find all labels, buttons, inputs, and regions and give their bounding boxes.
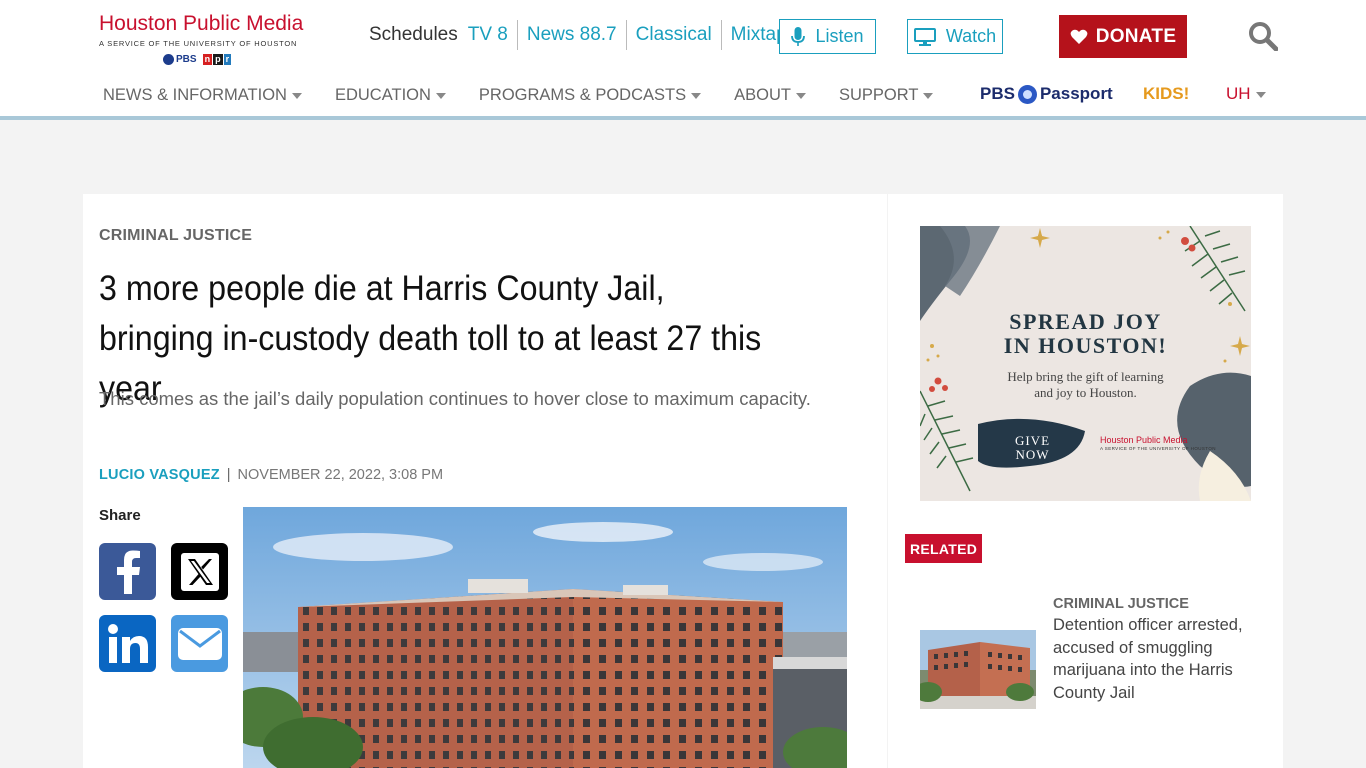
ad-logo-subtitle: A SERVICE OF THE UNIVERSITY OF HOUSTON (1100, 446, 1216, 451)
pbs-passport-link[interactable]: PBS Passport (980, 84, 1113, 104)
ad-give-line2: NOW (1015, 447, 1050, 462)
ad-give-line1: GIVE (1014, 433, 1051, 448)
ad-headline: SPREAD JOY IN HOUSTON! (920, 310, 1251, 358)
sidebar: SPREAD JOY IN HOUSTON! Help bring the gi… (888, 194, 1283, 768)
ad-subtext-line1: Help bring the gift of learning (1007, 369, 1164, 384)
linkedin-icon (107, 623, 148, 663)
caret-down-icon (795, 93, 806, 99)
related-category[interactable]: CRIMINAL JUSTICE (1053, 596, 1189, 612)
nav-news-information-label: NEWS & INFORMATION (103, 85, 287, 104)
search-button[interactable] (1248, 21, 1279, 52)
news-887-link[interactable]: News 88.7 (516, 20, 626, 50)
related-jail-photo (920, 630, 1036, 709)
byline-separator: | (226, 467, 231, 483)
heart-icon (1070, 29, 1088, 44)
nav-programs-podcasts-label: PROGRAMS & PODCASTS (478, 85, 687, 104)
x-logo-icon (180, 552, 219, 591)
main-nav: NEWS & INFORMATION EDUCATION PROGRAMS & … (103, 83, 934, 107)
caret-down-icon (291, 93, 302, 99)
caret-down-icon (1255, 92, 1266, 98)
nav-about-label: ABOUT (734, 85, 791, 104)
npr-letter-n: n (202, 54, 213, 65)
share-x-button[interactable] (171, 543, 228, 600)
holiday-ad-artwork (920, 226, 1251, 501)
article-byline: LUCIO VASQUEZ | NOVEMBER 22, 2022, 3:08 … (99, 467, 443, 483)
pbs-logo-text: PBS (176, 54, 197, 65)
npr-letter-p: p (213, 54, 223, 65)
microphone-icon (791, 26, 806, 46)
author-link[interactable]: LUCIO VASQUEZ (99, 467, 220, 483)
passport-pbs-text: PBS (980, 84, 1015, 103)
ad-headline-line1: SPREAD JOY (1009, 309, 1162, 334)
caret-down-icon (691, 93, 702, 99)
nav-programs-podcasts[interactable]: PROGRAMS & PODCASTS (478, 85, 702, 105)
schedules-link[interactable]: Schedules (369, 24, 468, 46)
site-header: Houston Public Media A SERVICE OF THE UN… (0, 0, 1366, 116)
ad-subtext: Help bring the gift of learning and joy … (920, 369, 1251, 401)
kids-link[interactable]: KIDS! (1143, 84, 1189, 104)
ad-headline-line2: IN HOUSTON! (1003, 333, 1168, 358)
ad-banner[interactable]: SPREAD JOY IN HOUSTON! Help bring the gi… (920, 226, 1251, 501)
publish-date: NOVEMBER 22, 2022, 3:08 PM (237, 467, 444, 483)
caret-down-icon (435, 93, 446, 99)
share-email-button[interactable] (171, 615, 228, 672)
classical-link[interactable]: Classical (625, 20, 721, 50)
related-thumbnail[interactable] (920, 630, 1036, 709)
article-photo[interactable] (243, 507, 847, 768)
related-title-link[interactable]: Detention officer arrested, accused of s… (1053, 614, 1243, 704)
article-deck: This comes as the jail’s daily populatio… (99, 388, 811, 409)
listen-button[interactable]: Listen (779, 19, 876, 54)
share-label: Share (99, 507, 141, 524)
logo-partner-badges: PBS n p r (163, 54, 313, 65)
facebook-icon (116, 550, 140, 594)
article-category[interactable]: CRIMINAL JUSTICE (99, 227, 252, 245)
header-divider (0, 116, 1366, 120)
watch-label: Watch (945, 26, 997, 46)
npr-letter-r: r (223, 54, 232, 65)
jail-building-photo (243, 507, 847, 768)
logo-title: Houston Public Media (99, 12, 304, 35)
article-main: CRIMINAL JUSTICE 3 more people die at Ha… (83, 194, 887, 768)
logo-subtitle: A SERVICE OF THE UNIVERSITY OF HOUSTON (99, 39, 298, 48)
pbs-logo: PBS (163, 54, 197, 65)
passport-text: Passport (1039, 84, 1113, 103)
ad-give-now-button[interactable]: GIVE NOW (980, 426, 1085, 470)
nav-education[interactable]: EDUCATION (335, 86, 446, 105)
share-linkedin-button[interactable] (99, 615, 156, 672)
nav-support-label: SUPPORT (838, 85, 919, 104)
listen-label: Listen (815, 26, 864, 46)
nav-news-information[interactable]: NEWS & INFORMATION (103, 86, 302, 105)
ad-subtext-line2: and joy to Houston. (1034, 385, 1137, 400)
caret-down-icon (923, 93, 934, 99)
nav-support[interactable]: SUPPORT (838, 85, 934, 105)
ad-logo: Houston Public Media (1100, 435, 1188, 445)
top-links: Schedules TV 8 News 88.7 Classical Mixta… (369, 20, 806, 50)
related-badge: RELATED (905, 534, 983, 563)
uh-label: UH (1226, 84, 1251, 103)
uh-menu[interactable]: UH (1226, 84, 1266, 104)
pbs-head-icon (163, 54, 174, 65)
site-logo[interactable]: Houston Public Media A SERVICE OF THE UN… (99, 12, 313, 65)
donate-label: DONATE (1095, 25, 1177, 47)
monitor-icon (913, 27, 936, 46)
share-facebook-button[interactable] (99, 543, 156, 600)
watch-button[interactable]: Watch (907, 19, 1003, 54)
envelope-icon (177, 627, 222, 660)
nav-about[interactable]: ABOUT (734, 86, 806, 105)
nav-education-label: EDUCATION (334, 85, 431, 104)
tv8-link[interactable]: TV 8 (468, 20, 517, 50)
npr-logo: n p r (202, 54, 232, 65)
donate-button[interactable]: DONATE (1059, 15, 1187, 58)
search-icon (1249, 22, 1279, 52)
passport-compass-icon (1017, 84, 1037, 104)
